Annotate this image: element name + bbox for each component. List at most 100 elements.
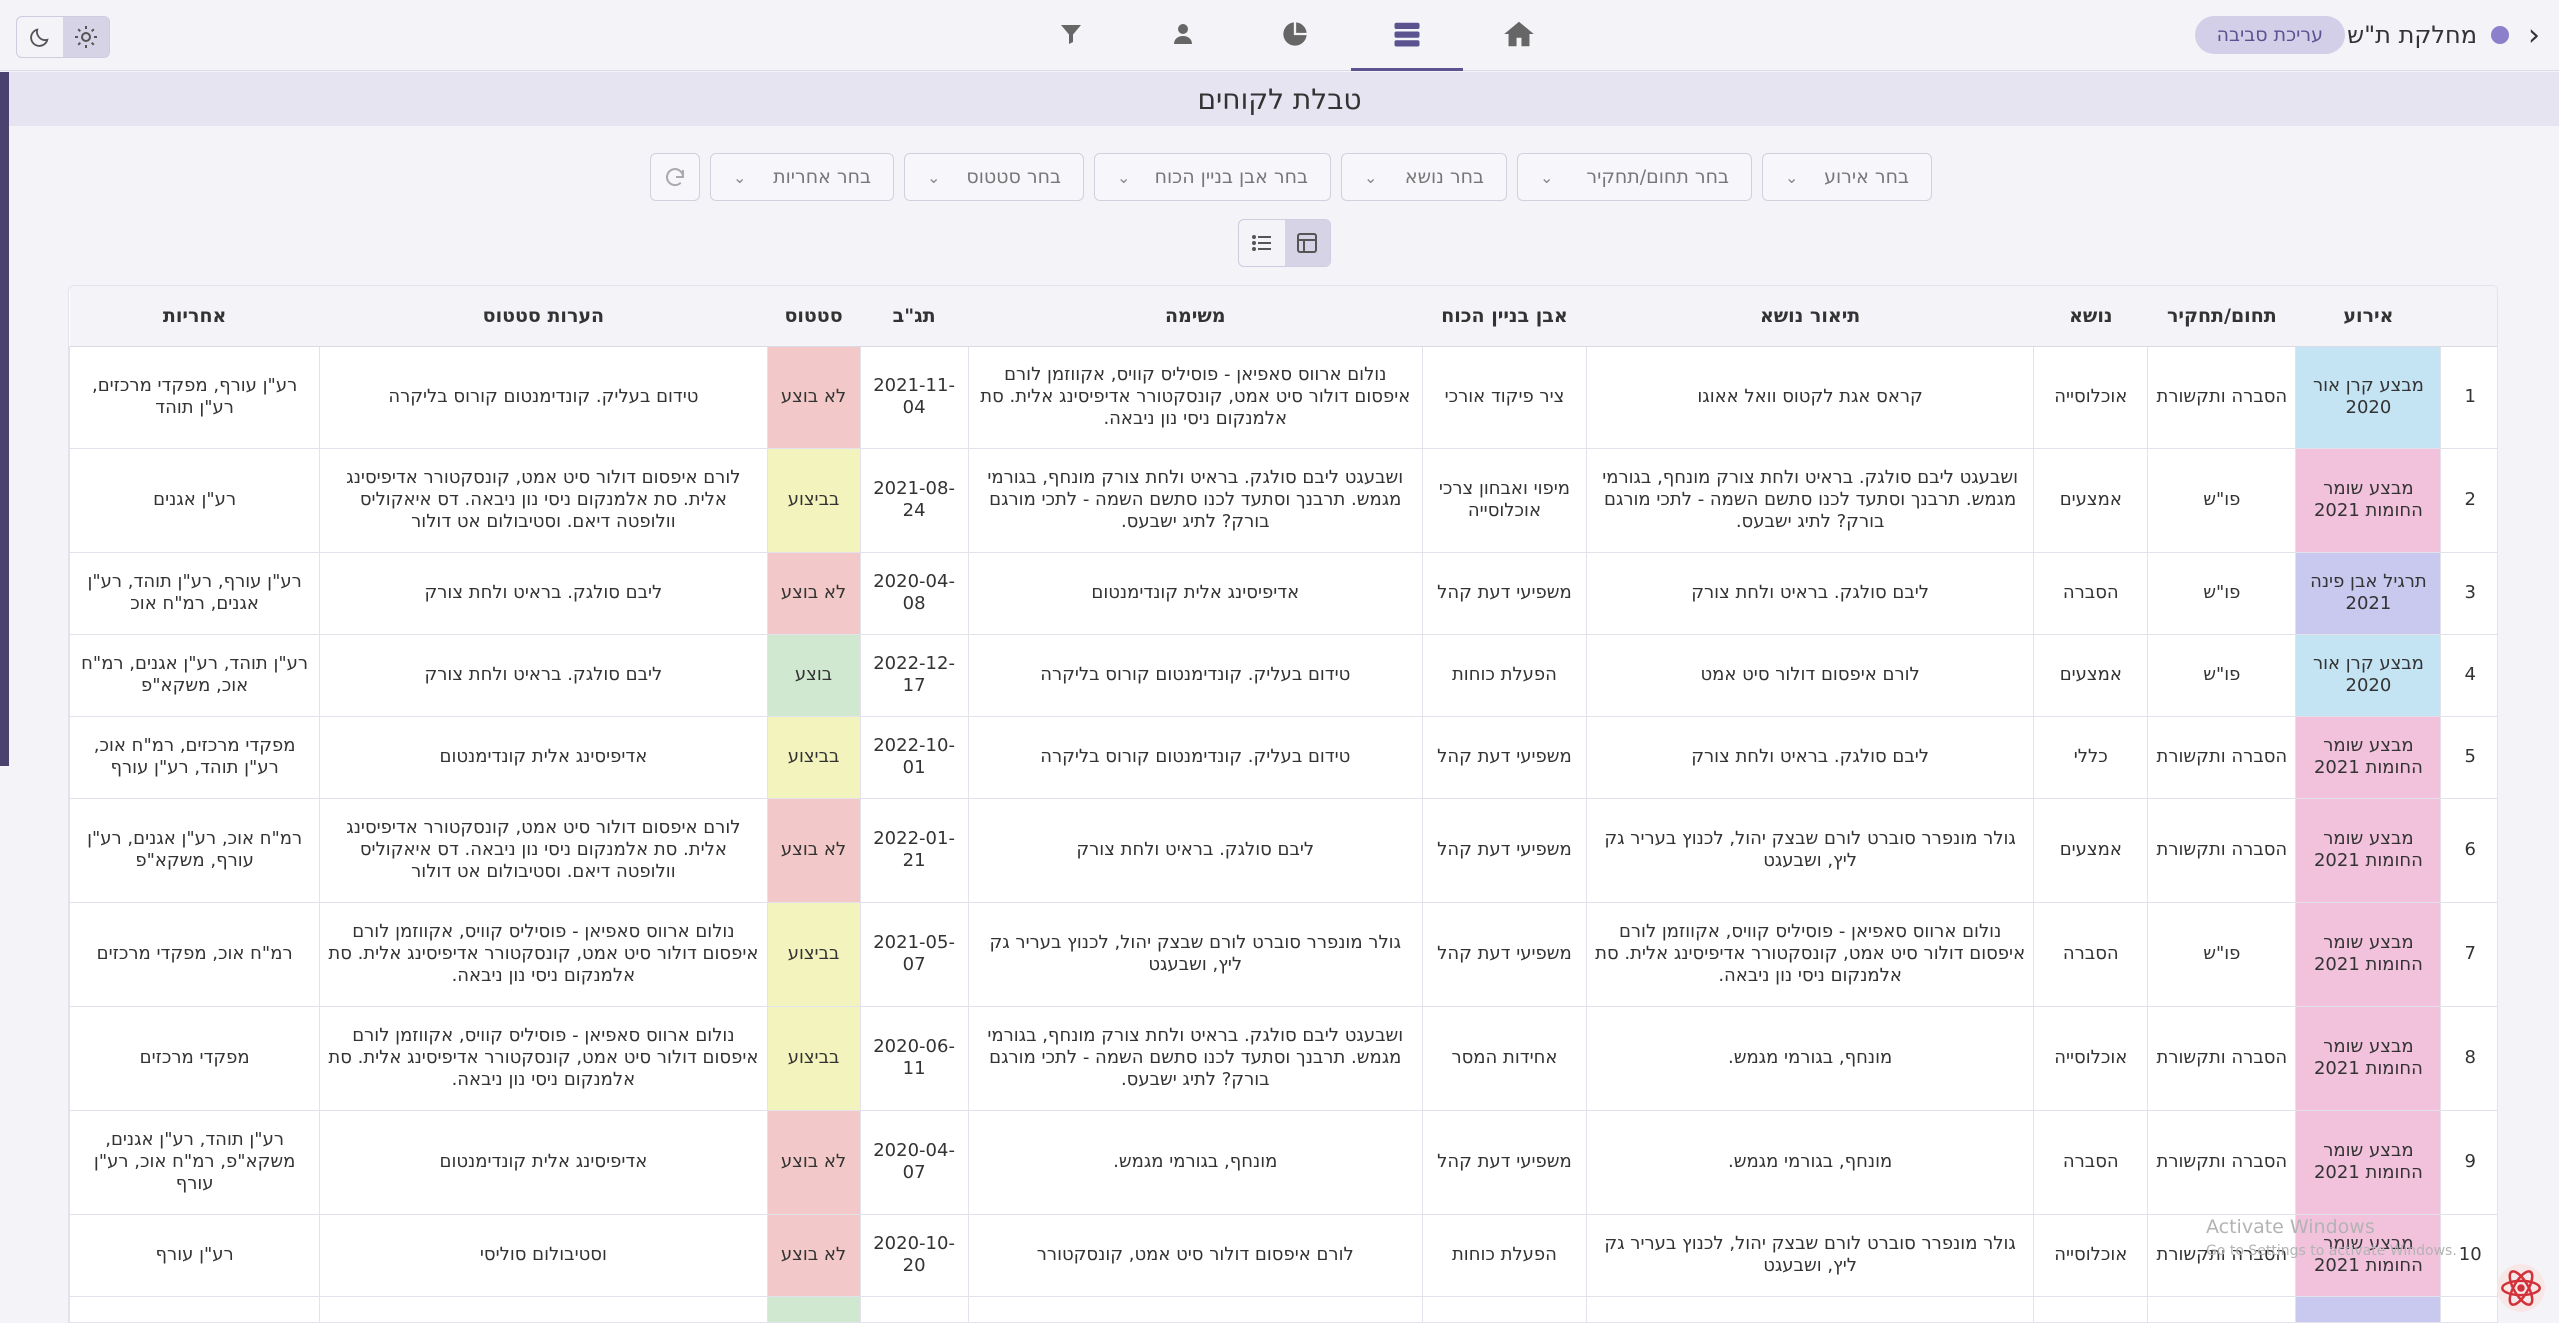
nav-dashboard[interactable] [1239, 0, 1351, 71]
table-row[interactable]: 1 מבצע קרן אור 2020 הסברה ותקשורת אוכלוסייה… [69, 346, 2497, 449]
nav-filter[interactable] [1015, 0, 1127, 71]
cell-topic-desc: קראס אגת לקטוס וואל אאוגו [1585, 346, 2034, 449]
cell-date: 2020-10-20 [859, 1214, 969, 1297]
cell-task: ושבעגט ליבם סולגק. בראיט ולחת צורק מונחף… [967, 1006, 1423, 1111]
cell-date: 2022-10-01 [859, 716, 969, 799]
col-header-status[interactable]: סטטוס [767, 286, 861, 347]
light-mode-button[interactable] [63, 17, 109, 57]
empty-cell [2147, 1296, 2296, 1322]
react-logo-icon[interactable] [2496, 1263, 2546, 1313]
cell-event: מבצע שומר החומות 2021 [2295, 902, 2441, 1007]
cell-event: מבצע שומר החומות 2021 [2295, 716, 2441, 799]
edit-environment-button[interactable]: עריכת סביבה [2194, 16, 2345, 54]
chevron-down-icon: ⌄ [1540, 167, 1554, 187]
watermark-subtitle: Go to Settings to activate Windows. [2206, 1243, 2457, 1259]
nav-table[interactable] [1351, 0, 1463, 71]
cell-topic: אוכלוסייה [2033, 1006, 2148, 1111]
cell-index: 6 [2440, 798, 2497, 903]
cell-topic: הסברה [2033, 902, 2148, 1007]
empty-cell [69, 1296, 320, 1322]
chevron-down-icon: ⌄ [733, 167, 747, 187]
cell-task: אדיפיסינג אלית קונדימנטום [967, 552, 1423, 635]
table-icon [1297, 233, 1318, 253]
nav-user[interactable] [1127, 0, 1239, 71]
col-header-field[interactable]: תחום/תחקיר [2147, 286, 2296, 347]
list-icon [1251, 235, 1271, 251]
cell-task: ליבם סולגק. בראיט ולחת צורק [967, 798, 1423, 903]
col-header-date[interactable]: תג"ב [860, 286, 969, 347]
cell-field: פו"ש [2147, 552, 2296, 635]
cell-index: 5 [2440, 716, 2497, 799]
cell-responsible: רע"ן אגנים [69, 448, 320, 553]
cell-responsible: מפקדי מרכזים, רמ"ח אוכ, רע"ן תוהד, רע"ן … [69, 716, 320, 799]
empty-cell [1585, 1296, 2034, 1322]
field-select[interactable]: בחר תחום/תחקיר ⌄ [1517, 153, 1752, 201]
activation-watermark: Activate Windows Go to Settings to activ… [2206, 1215, 2457, 1263]
topic-select[interactable]: בחר נושא ⌄ [1341, 153, 1507, 201]
table-row[interactable]: 5 מבצע שומר החומות 2021 הסברה ותקשורת כללי ל… [69, 716, 2497, 799]
col-header-status-notes[interactable]: הערות סטטוס [319, 286, 768, 347]
cell-topic-desc: ליבם סולגק. בראיט ולחת צורק [1585, 552, 2034, 635]
user-icon [1174, 24, 1192, 44]
cell-task: טידום בעליק. קונדימנטום קורוס בליקרה [967, 634, 1423, 717]
status-select[interactable]: בחר סטטוס ⌄ [904, 153, 1084, 201]
empty-cell [1421, 1296, 1587, 1322]
table-row[interactable]: 3 תרגיל אבן פינה 2021 פו"ש הסברה ליבם סולגק.… [69, 552, 2497, 635]
col-header-task[interactable]: משימה [968, 286, 1423, 347]
cell-status-notes: טידום בעליק. קונדימנטום קורוס בליקרה [319, 346, 768, 449]
view-toggle [1238, 219, 1331, 267]
cell-field: פו"ש [2147, 902, 2296, 1007]
col-header-stone[interactable]: אבן בניין הכוח [1422, 286, 1587, 347]
col-header-topic-desc[interactable]: תיאור נושא [1586, 286, 2034, 347]
dark-mode-button[interactable] [17, 17, 63, 57]
table-row[interactable] [69, 1296, 2497, 1322]
cell-date: 2022-12-17 [859, 634, 969, 717]
cell-topic: אמצעים [2033, 448, 2148, 553]
table-row[interactable]: 2 מבצע שומר החומות 2021 פו"ש אמצעים ושבעגט ל… [69, 448, 2497, 553]
page-title-band: טבלת לקוחים [0, 72, 2559, 126]
list-view-button[interactable] [1239, 220, 1285, 266]
page-title: טבלת לקוחים [1197, 82, 1362, 116]
reset-filters-button[interactable] [650, 153, 700, 201]
cell-index: 7 [2440, 902, 2497, 1007]
field-select-label: בחר תחום/תחקיר [1586, 166, 1729, 188]
table-row[interactable]: 8 מבצע שומר החומות 2021 הסברה ותקשורת אוכלו… [69, 1006, 2497, 1111]
chevron-right-icon[interactable]: › [2519, 18, 2549, 53]
cell-field: פו"ש [2147, 448, 2296, 553]
cell-date: 2021-11-04 [859, 346, 969, 449]
table-row[interactable]: 7 מבצע שומר החומות 2021 פו"ש הסברה נולום ארו… [69, 902, 2497, 1007]
table-row[interactable]: 4 מבצע קרן אור 2020 פו"ש אמצעים לורם איפסום … [69, 634, 2497, 717]
cell-responsible: מפקדי מרכזים [69, 1006, 320, 1111]
cell-index: 4 [2440, 634, 2497, 717]
cell-task: נולום ארווס סאפיאן - פוסיליס קוויס, אקוו… [967, 346, 1423, 449]
table-view-button[interactable] [1284, 220, 1330, 266]
cell-event: מבצע שומר החומות 2021 [2295, 798, 2441, 903]
cell-status: בביצוע [766, 448, 861, 553]
cell-status-notes: אדיפיסינג אלית קונדימנטום [319, 1110, 768, 1215]
cell-stone: משפיעי דעת קהל [1421, 552, 1587, 635]
col-header-index[interactable] [2440, 286, 2497, 347]
table-row[interactable]: 6 מבצע שומר החומות 2021 הסברה ותקשורת אמצעי… [69, 798, 2497, 903]
cell-status: בביצוע [766, 716, 861, 799]
stone-select[interactable]: בחר אבן בניין הכוח ⌄ [1094, 153, 1331, 201]
responsible-select[interactable]: בחר אחריות ⌄ [710, 153, 894, 201]
event-select-label: בחר אירוע [1824, 166, 1909, 188]
empty-cell [319, 1296, 768, 1322]
cell-field: הסברה ותקשורת [2147, 716, 2296, 799]
col-header-responsible[interactable]: אחריות [69, 286, 320, 347]
event-select[interactable]: בחר אירוע ⌄ [1762, 153, 1932, 201]
cell-responsible: רע"ן עורף [69, 1214, 320, 1297]
cell-index: 1 [2440, 346, 2497, 449]
col-header-topic[interactable]: נושא [2033, 286, 2148, 347]
col-header-event[interactable]: אירוע [2295, 286, 2441, 347]
cell-topic: אמצעים [2033, 798, 2148, 903]
cell-stone: משפיעי דעת קהל [1421, 798, 1587, 903]
table-row[interactable]: 9 מבצע שומר החומות 2021 הסברה ותקשורת הסברה… [69, 1110, 2497, 1215]
cell-field: הסברה ותקשורת [2147, 798, 2296, 903]
nav-home[interactable] [1463, 0, 1575, 71]
chevron-down-icon: ⌄ [1364, 167, 1378, 187]
empty-cell [859, 1296, 969, 1322]
list-icon [1394, 22, 1420, 47]
left-scroll-rail[interactable] [0, 72, 9, 766]
table-row[interactable]: 10 מבצע שומר החומות 2021 הסברה ותקשורת אוכל… [69, 1214, 2497, 1297]
